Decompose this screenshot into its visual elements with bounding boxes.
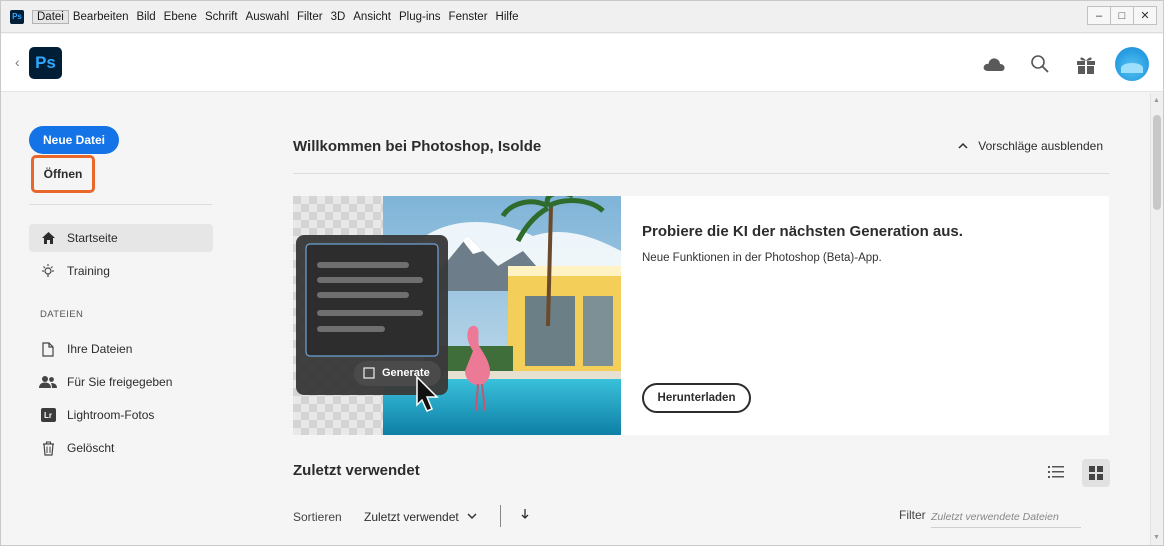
menu-bearbeiten[interactable]: Bearbeiten (69, 11, 133, 23)
maximize-button[interactable]: □ (1110, 6, 1134, 25)
search-icon[interactable] (1023, 47, 1057, 81)
scrollbar[interactable]: ▲ ▼ (1150, 93, 1163, 545)
sidebar-item-your-files[interactable]: Ihre Dateien (29, 335, 213, 363)
menu-plugins[interactable]: Plug-ins (395, 11, 445, 23)
window-controls: – □ ✕ (1087, 6, 1157, 25)
scroll-down-icon[interactable]: ▼ (1153, 534, 1160, 541)
sidebar-item-shared[interactable]: Für Sie freigegeben (29, 368, 213, 396)
sidebar-item-home[interactable]: Startseite (29, 224, 213, 252)
sidebar-item-label: Training (67, 264, 110, 278)
menu-bar: Ps Datei Bearbeiten Bild Ebene Schrift A… (1, 1, 1163, 33)
welcome-heading: Willkommen bei Photoshop, Isolde (293, 138, 542, 155)
sort-dropdown[interactable]: Zuletzt verwendet (364, 510, 477, 524)
promo-title: Probiere die KI der nächsten Generation … (642, 223, 963, 240)
sort-value: Zuletzt verwendet (364, 510, 459, 524)
promo-card: Generate Probiere die KI der nächsten Ge… (293, 196, 1109, 435)
promo-description: Neue Funktionen in der Photoshop (Beta)-… (642, 252, 882, 264)
sort-label: Sortieren (293, 510, 342, 524)
scroll-up-icon[interactable]: ▲ (1153, 97, 1160, 104)
scrollbar-thumb[interactable] (1153, 115, 1161, 210)
sort-direction-icon[interactable] (520, 508, 530, 523)
app-header: ‹ Ps (1, 34, 1163, 92)
hide-suggestions-button[interactable]: Vorschläge ausblenden (958, 139, 1103, 153)
main-divider (293, 173, 1109, 174)
new-file-button[interactable]: Neue Datei (29, 126, 119, 154)
sidebar-item-label: Für Sie freigegeben (67, 375, 173, 389)
menu-datei[interactable]: Datei (32, 9, 69, 24)
avatar[interactable] (1115, 47, 1149, 81)
menu-ebene[interactable]: Ebene (160, 11, 201, 23)
lightbulb-icon (39, 263, 57, 279)
gift-icon[interactable] (1069, 47, 1103, 81)
sidebar-item-label: Gelöscht (67, 441, 115, 455)
sidebar-item-deleted[interactable]: Gelöscht (29, 434, 213, 462)
sidebar-item-label: Lightroom-Fotos (67, 408, 155, 422)
menu-fenster[interactable]: Fenster (445, 11, 492, 23)
avatar-wrapper (1115, 47, 1149, 81)
download-button[interactable]: Herunterladen (642, 383, 751, 413)
chevron-up-icon (958, 140, 968, 152)
menu-3d[interactable]: 3D (327, 11, 350, 23)
sidebar-item-training[interactable]: Training (29, 257, 213, 285)
chevron-down-icon (467, 512, 477, 523)
sort-filter-row: Sortieren Zuletzt verwendet Filter (293, 505, 1109, 532)
open-button[interactable]: Öffnen (31, 155, 95, 193)
sidebar: Neue Datei Öffnen Startseite Training DA… (1, 93, 229, 546)
menu-bild[interactable]: Bild (132, 11, 159, 23)
filter-input[interactable] (931, 506, 1081, 528)
sidebar-divider (29, 204, 212, 205)
app-icon: Ps (10, 9, 24, 24)
trash-icon (39, 440, 57, 456)
photoshop-window: Ps Datei Bearbeiten Bild Ebene Schrift A… (0, 0, 1164, 546)
sort-divider (500, 505, 501, 527)
filter-label: Filter (899, 508, 926, 522)
grid-view-icon[interactable] (1082, 459, 1110, 487)
lightroom-icon: Lr (39, 408, 57, 422)
cloud-icon[interactable] (977, 47, 1011, 81)
sidebar-item-label: Ihre Dateien (67, 342, 133, 356)
photoshop-logo[interactable]: Ps (29, 47, 62, 79)
sidebar-item-label: Startseite (67, 231, 118, 245)
hide-suggestions-label: Vorschläge ausblenden (978, 139, 1103, 153)
back-chevron-icon[interactable]: ‹ (15, 54, 20, 70)
header-actions (965, 47, 1149, 81)
menu-auswahl[interactable]: Auswahl (242, 11, 293, 23)
menu-schrift[interactable]: Schrift (201, 11, 242, 23)
list-view-icon[interactable] (1043, 459, 1069, 485)
shared-users-icon (39, 375, 57, 389)
home-icon (39, 231, 57, 245)
menu-ansicht[interactable]: Ansicht (349, 11, 395, 23)
menu-filter[interactable]: Filter (293, 11, 327, 23)
recent-heading: Zuletzt verwendet (293, 462, 420, 479)
generate-button-label: Generate (382, 367, 430, 379)
promo-image: Generate (293, 196, 621, 435)
minimize-button[interactable]: – (1087, 6, 1111, 25)
section-label-files: DATEIEN (40, 309, 84, 320)
lightroom-badge: Lr (40, 408, 56, 422)
menu-hilfe[interactable]: Hilfe (492, 11, 523, 23)
close-button[interactable]: ✕ (1133, 6, 1157, 25)
document-icon (39, 341, 57, 357)
sidebar-item-lightroom[interactable]: Lr Lightroom-Fotos (29, 401, 213, 429)
